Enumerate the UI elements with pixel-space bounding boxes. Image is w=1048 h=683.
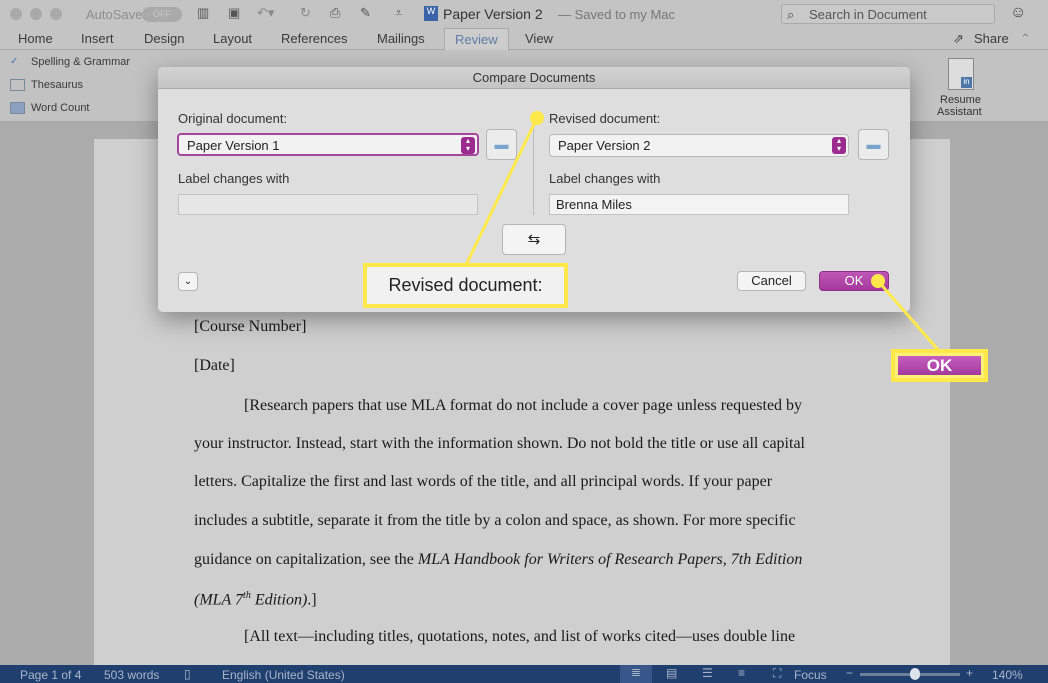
zoom-slider-thumb[interactable] [910,668,920,680]
proofing-icon[interactable]: ▯ [184,667,191,681]
status-bar: Page 1 of 4 503 words ▯ English (United … [0,665,1048,683]
word-count[interactable]: 503 words [104,668,159,682]
web-layout-view-icon[interactable]: ▤ [666,666,677,680]
focus-button[interactable]: Focus [794,668,827,682]
callout-line-ok [876,280,942,353]
callout-lines [464,111,942,353]
page-count[interactable]: Page 1 of 4 [20,668,81,682]
zoom-level[interactable]: 140% [992,668,1023,682]
zoom-out-button[interactable]: − [846,666,853,680]
callout-line-revised [464,117,539,266]
focus-icon[interactable]: ⛶ [773,666,781,681]
outline-view-icon[interactable]: ☰ [702,666,713,680]
callout-ok-label: OK [898,356,981,375]
callout-revised-document: Revised document: [363,263,568,308]
print-layout-view-icon[interactable]: ≣ [620,665,652,683]
callout-dot-ok [871,274,885,288]
language[interactable]: English (United States) [222,668,345,682]
callout-dot-revised [530,111,544,125]
draft-view-icon[interactable]: ≡ [738,666,745,680]
zoom-in-button[interactable]: + [966,666,973,680]
callout-ok: OK [891,349,988,382]
zoom-slider[interactable] [860,668,960,680]
